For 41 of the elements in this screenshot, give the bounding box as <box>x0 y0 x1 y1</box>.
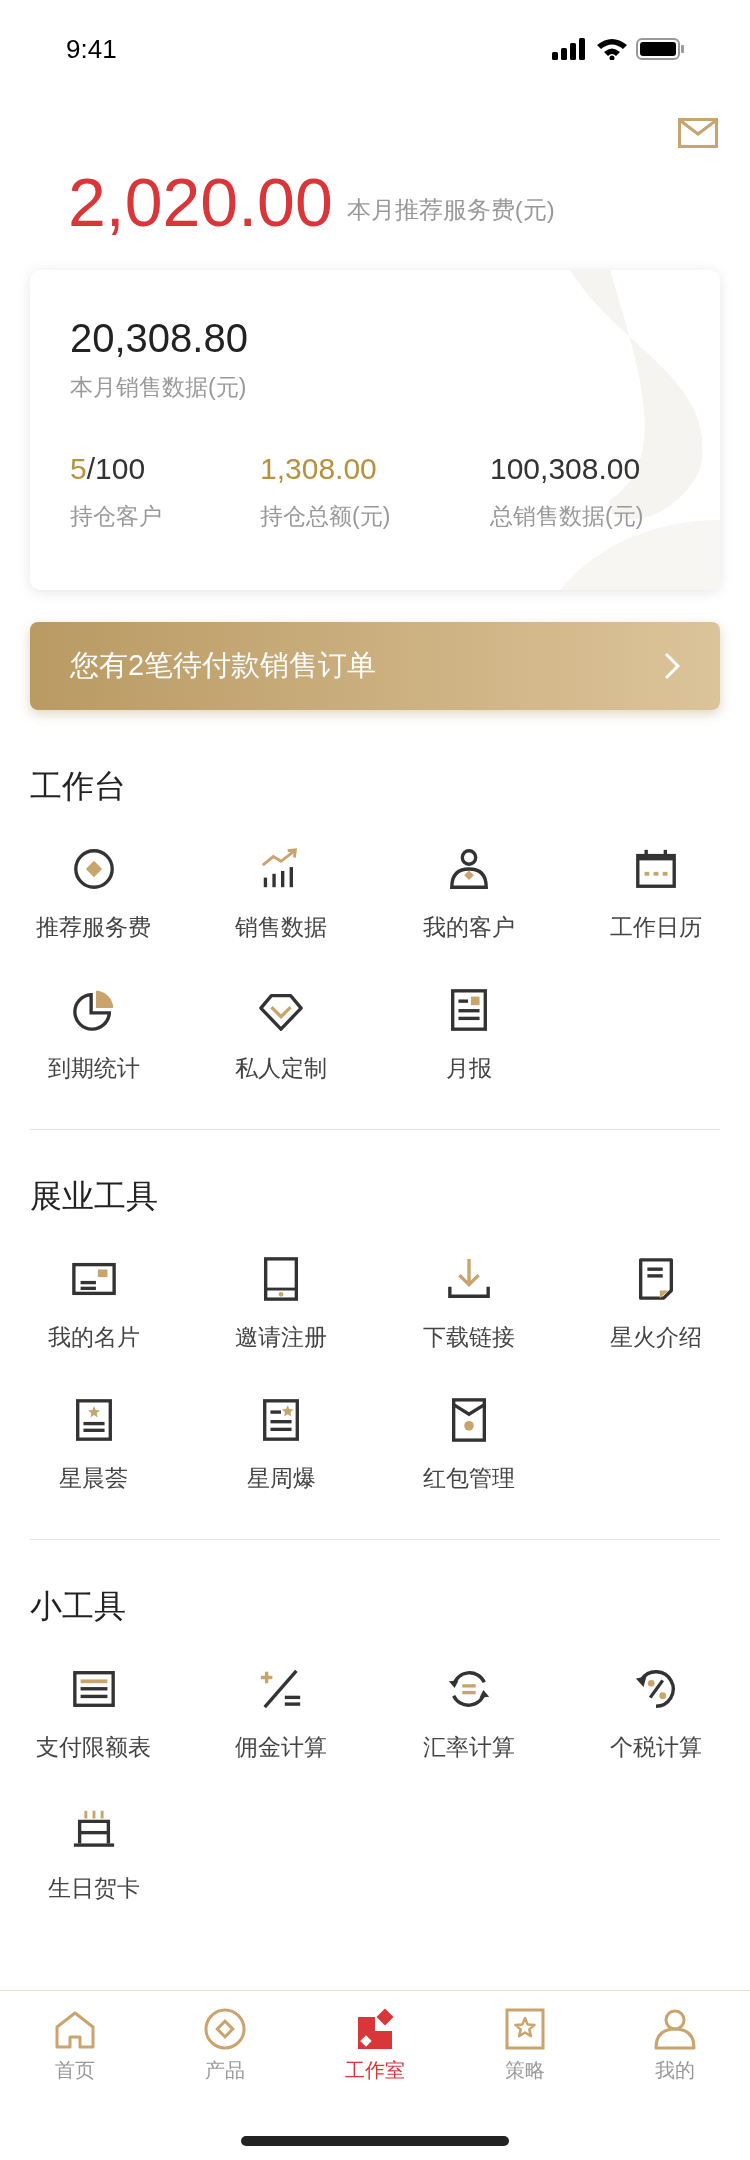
tool-item[interactable]: 私人定制 <box>187 976 375 1085</box>
star-frame-icon <box>503 2007 547 2051</box>
tool-item[interactable]: 支付限额表 <box>0 1656 188 1765</box>
tool-item[interactable]: 下载链接 <box>375 1246 563 1355</box>
tool-item[interactable]: 邀请注册 <box>187 1246 375 1355</box>
stat-label: 总销售数据(元) <box>490 501 645 531</box>
sales-label: 本月销售数据(元) <box>70 373 248 402</box>
tool-item[interactable]: 红包管理 <box>375 1386 563 1495</box>
tool-item[interactable]: 星周爆 <box>187 1386 375 1495</box>
stat-value: 1,308.00 <box>260 450 378 487</box>
tool-item[interactable]: 工作日历 <box>562 836 750 945</box>
tool-item[interactable]: 月报 <box>375 976 563 1085</box>
tool-item[interactable]: 我的名片 <box>0 1246 188 1355</box>
tool-item[interactable]: 销售数据 <box>187 836 375 945</box>
stat-value: 5/100 <box>70 450 147 487</box>
stat-value: 100,308.00 <box>490 450 642 487</box>
status-time: 9:41 <box>66 32 117 66</box>
tool-item[interactable]: 我的客户 <box>375 836 563 945</box>
stat-label: 持仓总额(元) <box>260 501 392 531</box>
person-icon <box>653 2007 697 2051</box>
section-title: 展业工具 <box>30 1178 158 1214</box>
tool-item[interactable]: 个税计算 <box>562 1656 750 1765</box>
tool-item[interactable]: 佣金计算 <box>187 1656 375 1765</box>
sales-amount: 20,308.80 <box>70 315 249 362</box>
section-title: 小工具 <box>30 1588 126 1624</box>
tab-item[interactable]: 工作室 <box>300 2007 450 2085</box>
service-fee-amount: 2,020.00 <box>68 164 333 240</box>
service-fee-label: 本月推荐服务费(元) <box>346 195 555 225</box>
tool-item[interactable]: 星晨荟 <box>0 1386 188 1495</box>
section-title: 工作台 <box>30 768 126 804</box>
battery-icon <box>636 38 684 60</box>
wifi-icon <box>596 38 628 60</box>
tool-item[interactable]: 星火介绍 <box>562 1246 750 1355</box>
mail-icon[interactable] <box>678 118 718 148</box>
tool-item[interactable]: 生日贺卡 <box>0 1796 188 1905</box>
tool-item[interactable]: 到期统计 <box>0 976 188 1085</box>
signal-icon <box>552 38 588 60</box>
tool-item[interactable]: 汇率计算 <box>375 1656 563 1765</box>
tool-item[interactable]: 推荐服务费 <box>0 836 188 945</box>
chevron-right-icon <box>664 652 680 680</box>
stat-label: 持仓客户 <box>70 501 163 531</box>
